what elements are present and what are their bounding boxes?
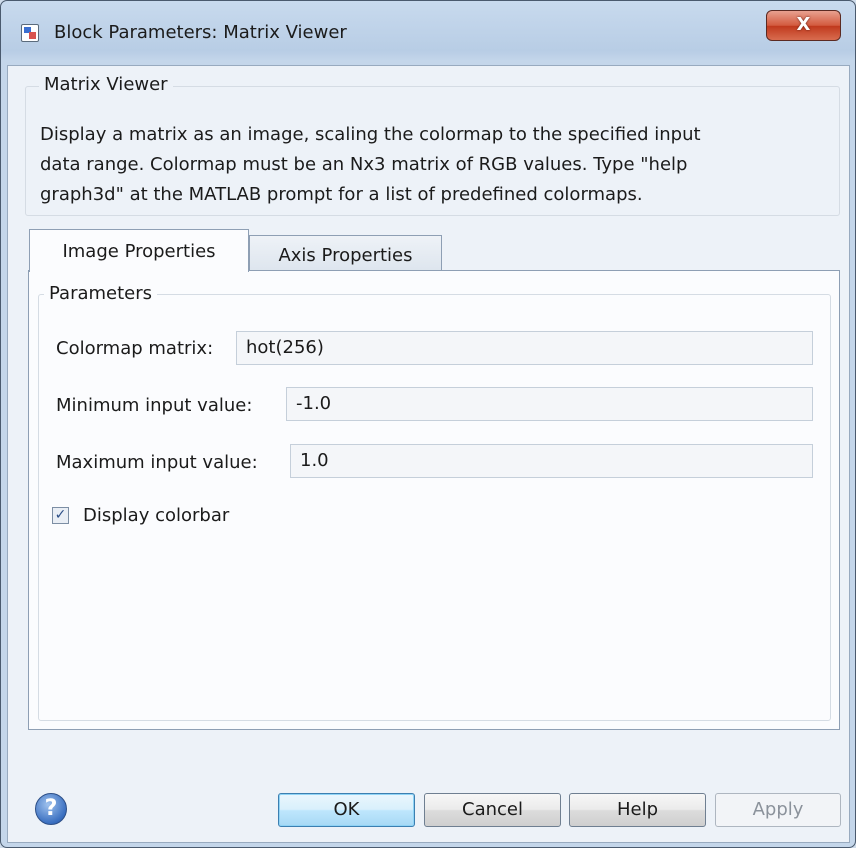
block-description: Display a matrix as an image, scaling th… [40, 120, 800, 210]
tab-panel: Parameters Colormap matrix: hot(256) Min… [28, 270, 840, 730]
description-group-legend: Matrix Viewer [39, 74, 173, 95]
window-title: Block Parameters: Matrix Viewer [54, 22, 347, 43]
check-icon: ✓ [54, 507, 67, 523]
minimum-input-value-label: Minimum input value: [56, 395, 253, 416]
colormap-matrix-input[interactable]: hot(256) [236, 331, 813, 365]
display-colorbar-checkbox[interactable]: ✓ [52, 507, 69, 524]
display-colorbar-label[interactable]: Display colorbar [83, 505, 229, 526]
ok-button[interactable]: OK [278, 793, 415, 827]
tab-image-properties[interactable]: Image Properties [29, 229, 249, 272]
close-icon: X [796, 14, 811, 35]
description-line: data range. Colormap must be an Nx3 matr… [40, 154, 688, 175]
description-line: graph3d" at the MATLAB prompt for a list… [40, 184, 643, 205]
simulink-block-icon [21, 24, 39, 42]
cancel-button[interactable]: Cancel [424, 793, 561, 827]
colormap-matrix-label: Colormap matrix: [56, 338, 214, 359]
help-button[interactable]: Help [569, 793, 706, 827]
tab-axis-properties[interactable]: Axis Properties [249, 235, 442, 272]
minimum-input-value-input[interactable]: -1.0 [286, 387, 813, 421]
title-bar[interactable]: Block Parameters: Matrix Viewer X [1, 1, 855, 66]
help-icon[interactable]: ? [35, 793, 67, 825]
maximum-input-value-input[interactable]: 1.0 [290, 444, 813, 478]
dialog-window: Block Parameters: Matrix Viewer X Matrix… [0, 0, 856, 848]
maximum-input-value-label: Maximum input value: [56, 452, 258, 473]
apply-button[interactable]: Apply [715, 793, 841, 827]
close-button[interactable]: X [766, 10, 841, 41]
description-line: Display a matrix as an image, scaling th… [40, 124, 701, 145]
parameters-group-legend: Parameters [44, 283, 158, 304]
